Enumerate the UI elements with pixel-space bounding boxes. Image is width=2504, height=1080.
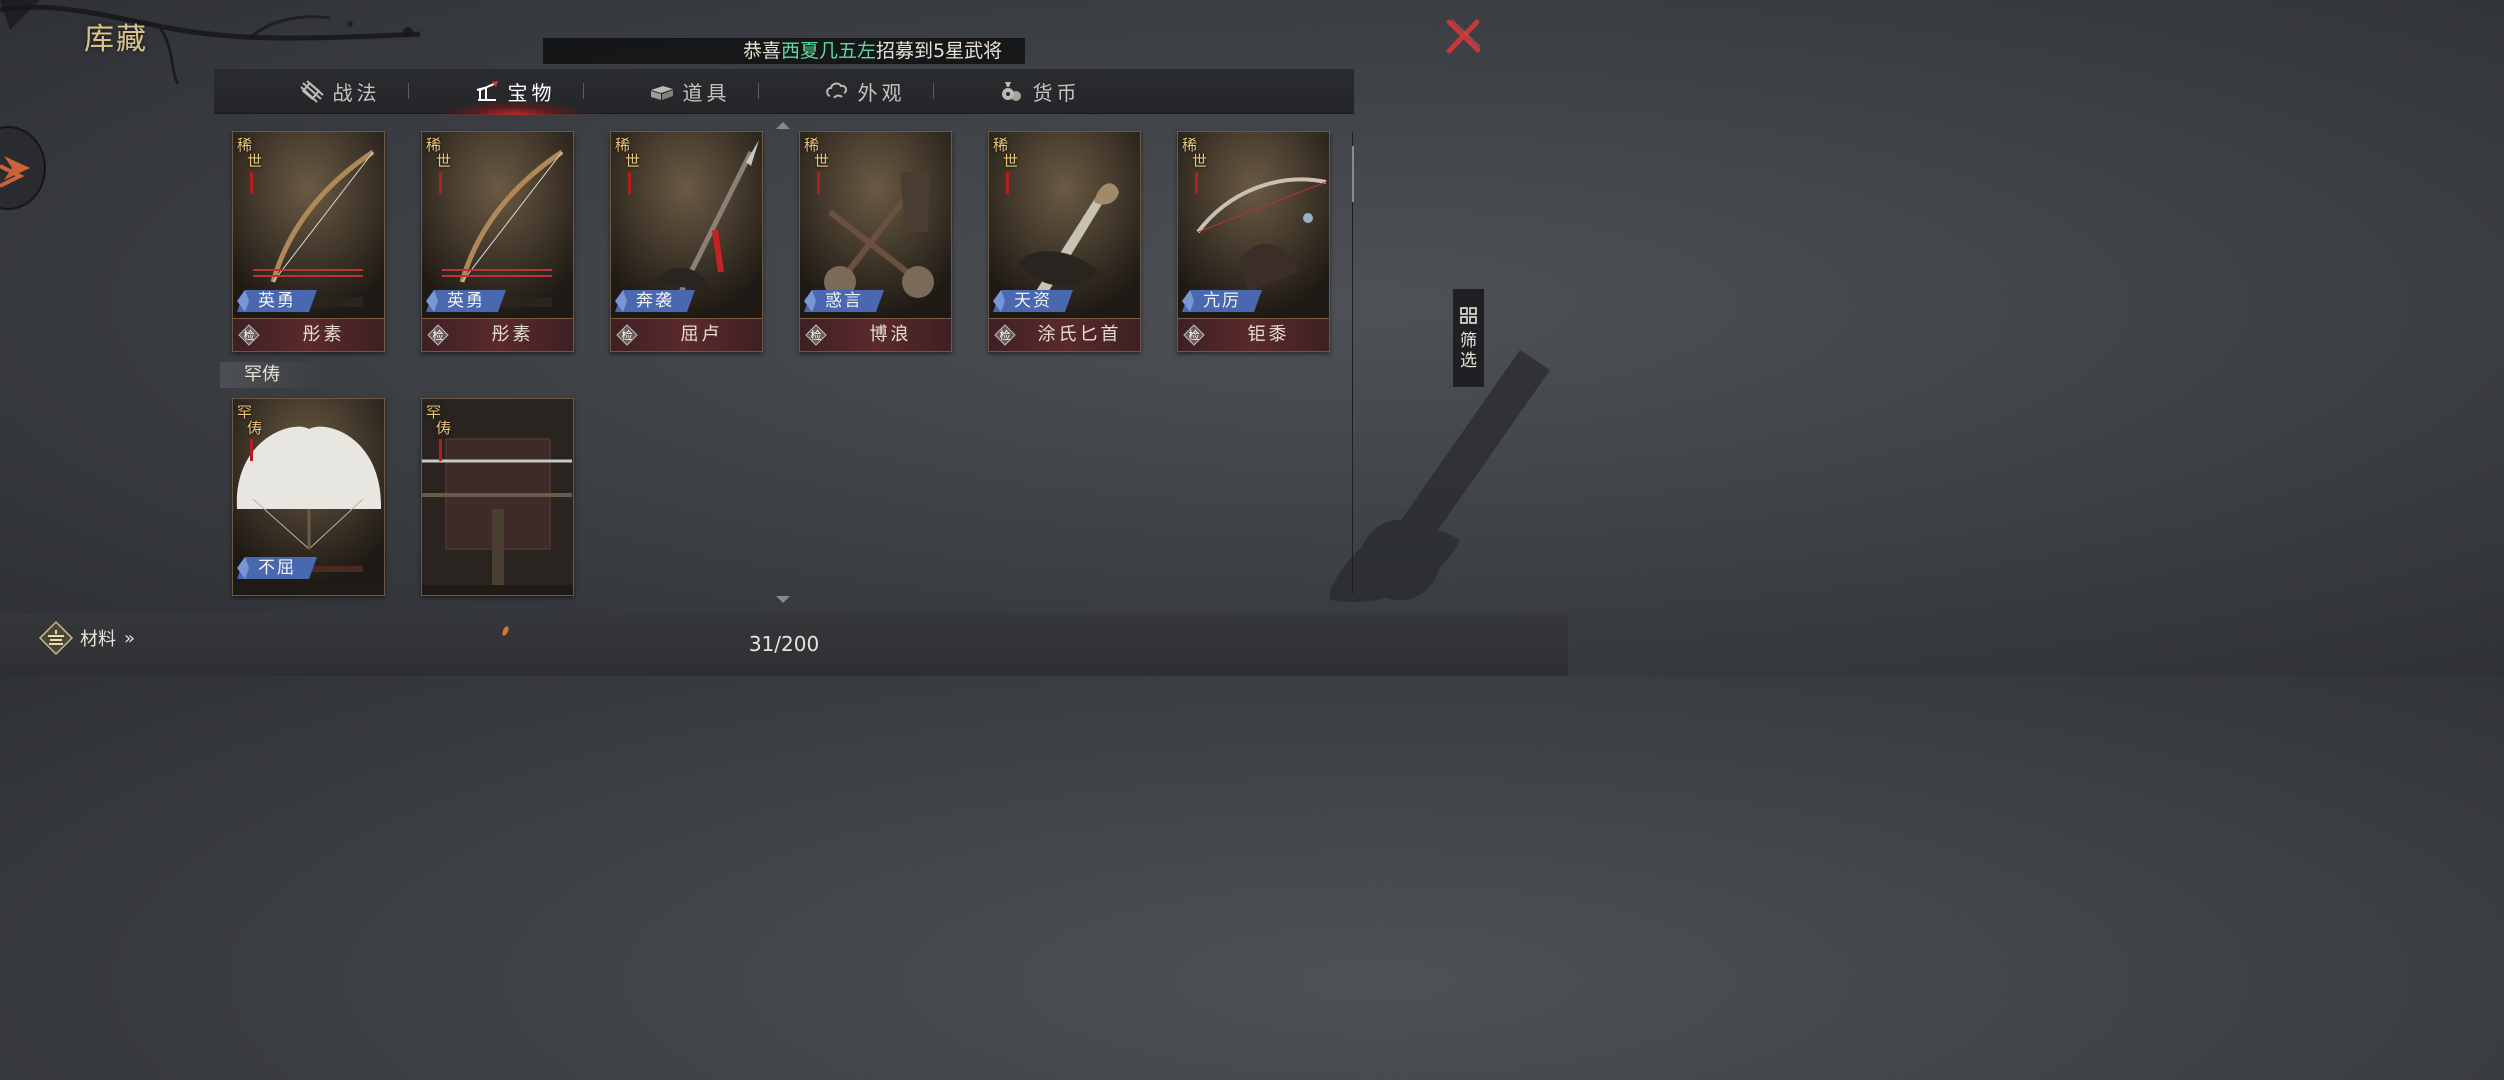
svg-text:检: 检 (811, 328, 822, 342)
grade-badge: 稀世 (237, 136, 263, 170)
page-title: 库藏 (84, 22, 148, 57)
inventory-count: 31/200 (748, 632, 820, 656)
materials-label: 材料 (80, 629, 116, 650)
ticker-player-name: 西夏几五左 (781, 40, 877, 62)
card-name-bar: 检屈卢 (611, 318, 762, 351)
ticker-suffix: 招募到5星武将 (876, 40, 1003, 62)
treasure-card[interactable]: 稀世 英勇 检彤素 (421, 131, 574, 352)
tab-currency[interactable]: 货币 (952, 69, 1127, 113)
inspect-diamond-icon: 检 (427, 324, 449, 346)
treasure-card[interactable]: 罕俦 (421, 398, 574, 596)
inspect-diamond-icon: 检 (994, 324, 1016, 346)
tab-label: 战法 (332, 80, 381, 105)
tassel-ornament (1006, 172, 1009, 194)
svg-text:检: 检 (1000, 328, 1011, 342)
coin-bag-icon (1001, 82, 1021, 101)
trait-tag: 奔袭 (615, 290, 695, 312)
card-name-bar: 检彤素 (422, 318, 573, 351)
double-chevron-right-icon: » (124, 627, 136, 649)
trait-tag: 英勇 (237, 290, 317, 312)
category-tabs: 战法 宝物 道具 外观 货币 (214, 69, 1354, 115)
emblem-icon (0, 156, 30, 188)
treasure-card[interactable]: 罕俦 不屈 (232, 398, 385, 596)
treasure-card[interactable]: 稀世 天资 检涂氏匕首 (988, 131, 1141, 352)
inspect-diamond-icon: 检 (238, 324, 260, 346)
tassel-ornament (250, 439, 253, 461)
treasure-icon (476, 81, 498, 101)
inspect-diamond-icon: 检 (1183, 324, 1205, 346)
card-name-bar: 检彤素 (233, 318, 384, 351)
card-name-bar: 检涂氏匕首 (989, 318, 1140, 351)
tassel-ornament (250, 172, 253, 194)
trait-tag: 不屈 (237, 557, 317, 579)
close-icon (1446, 19, 1481, 54)
trait-tag: 天资 (993, 290, 1073, 312)
tab-label: 货币 (1032, 80, 1081, 105)
tab-items[interactable]: 道具 (602, 69, 777, 113)
tab-tactics[interactable]: 战法 (252, 69, 427, 113)
trait-tag: 英勇 (426, 290, 506, 312)
tab-appearance[interactable]: 外观 (777, 69, 952, 113)
grade-badge: 稀世 (1182, 136, 1208, 170)
inspect-diamond-icon: 检 (805, 324, 827, 346)
ticker-prefix: 恭喜 (743, 40, 782, 62)
grade-badge: 稀世 (804, 136, 830, 170)
materials-button[interactable]: 材料 » (38, 618, 135, 658)
scroll-down-arrow-icon[interactable] (776, 596, 790, 603)
section-header: 罕俦 (220, 362, 326, 388)
scroll-icon (299, 80, 324, 103)
grid-icon (1460, 307, 1477, 324)
treasure-card[interactable]: 稀世 英勇 检彤素 (232, 131, 385, 352)
tab-separator (933, 83, 934, 99)
box-icon (650, 86, 673, 100)
side-emblem[interactable] (0, 126, 46, 210)
svg-text:检: 检 (244, 328, 255, 342)
tassel-ornament (817, 172, 820, 194)
treasure-card[interactable]: 稀世 奔袭 检屈卢 (610, 131, 763, 352)
card-name-bar: 检博浪 (800, 318, 951, 351)
trait-tag: 惑言 (804, 290, 884, 312)
tassel-ornament (628, 172, 631, 194)
filter-button[interactable]: 筛选 (1452, 288, 1485, 388)
tab-separator (583, 83, 584, 99)
scroll-up-arrow-icon[interactable] (776, 122, 790, 129)
grade-badge: 罕俦 (237, 403, 263, 437)
scroll-thumb[interactable] (1352, 146, 1354, 202)
cloud-icon (825, 82, 847, 99)
tab-label: 外观 (857, 80, 906, 105)
trait-tag: 亢厉 (1182, 290, 1262, 312)
card-name-bar: 检钜黍 (1178, 318, 1329, 351)
treasure-card[interactable]: 稀世 惑言 检博浪 (799, 131, 952, 352)
ink-cannon-decoration (1330, 350, 1550, 602)
svg-text:检: 检 (433, 328, 444, 342)
close-button[interactable] (1440, 14, 1486, 60)
tab-label: 宝物 (507, 80, 556, 105)
announcement-ticker: 恭喜西夏几五左招募到5星武将 (543, 38, 1025, 64)
grade-badge: 稀世 (993, 136, 1019, 170)
treasure-card[interactable]: 稀世 亢厉 检钜黍 (1177, 131, 1330, 352)
tassel-ornament (1195, 172, 1198, 194)
tassel-ornament (439, 172, 442, 194)
tassel-ornament (439, 439, 442, 461)
tab-separator (408, 83, 409, 99)
grade-badge: 稀世 (426, 136, 452, 170)
svg-text:检: 检 (622, 328, 633, 342)
materials-icon (38, 620, 74, 656)
grade-badge: 稀世 (615, 136, 641, 170)
tab-treasures[interactable]: 宝物 (427, 69, 602, 115)
grade-badge: 罕俦 (426, 403, 452, 437)
tab-separator (758, 83, 759, 99)
tab-label: 道具 (682, 80, 731, 105)
filter-label: 筛选 (1460, 331, 1477, 371)
svg-text:检: 检 (1189, 328, 1200, 342)
inspect-diamond-icon: 检 (616, 324, 638, 346)
